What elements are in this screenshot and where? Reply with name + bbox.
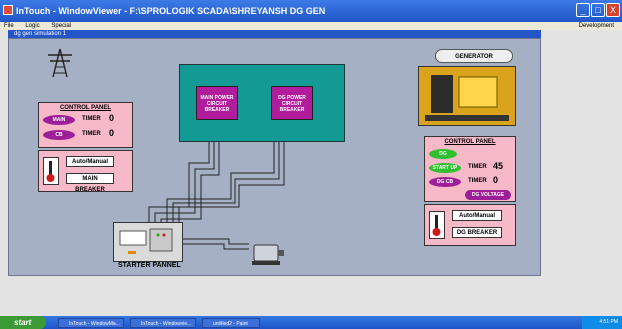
dg-lever-switch[interactable] [429, 211, 445, 239]
close-button[interactable]: X [606, 3, 620, 17]
dgcb-timer-value: 0 [493, 175, 499, 185]
startup-timer-label: TIMER [468, 164, 487, 170]
taskbar-item-windowviewer[interactable]: InTouch - Windowvie... [130, 318, 196, 328]
menu-file[interactable]: File [4, 23, 14, 29]
startup-timer-value: 45 [493, 161, 504, 171]
lever-icon [432, 215, 441, 236]
lever-switch[interactable] [43, 157, 59, 185]
dg-power-breaker-box[interactable]: DG POWER CIRCUIT BREAKER [271, 86, 313, 120]
system-tray-clock: 4:51 PM [582, 316, 622, 329]
lever-icon [46, 161, 55, 182]
window-title: InTouch - WindowViewer - F:\SPROLOGIK SC… [16, 6, 326, 16]
menu-development[interactable]: Development [579, 22, 614, 30]
right-switch-panel: Auto/Manual DG BREAKER [424, 204, 516, 246]
main-power-breaker-box[interactable]: MAIN POWER CIRCUIT BREAKER [196, 86, 238, 120]
maximize-button[interactable]: □ [591, 3, 605, 17]
generator-icon [418, 66, 516, 126]
child-window-title: dg gen simulation 1 [8, 30, 541, 38]
main-indicator[interactable]: MAIN [43, 115, 75, 125]
left-panel-title: CONTROL PANEL [59, 105, 112, 111]
cb-timer-value: 0 [109, 128, 115, 138]
main-timer-value: 0 [109, 113, 115, 123]
motor-icon [252, 244, 284, 265]
taskbar-item-paint[interactable]: untitled2 - Paint [202, 318, 260, 328]
cb-indicator[interactable]: CB [43, 130, 75, 140]
starter-panel-graphic[interactable] [113, 222, 183, 262]
auto-manual-button[interactable]: Auto/Manual [66, 156, 114, 167]
start-button[interactable]: start [0, 316, 46, 329]
main-breaker-button[interactable]: MAIN BREAKER [66, 173, 114, 193]
left-switch-panel: Auto/Manual MAIN BREAKER [38, 150, 133, 193]
minimize-button[interactable]: _ [576, 3, 590, 17]
dg-breaker-button[interactable]: DG BREAKER [452, 227, 502, 238]
dg-voltage-indicator[interactable]: DG VOLTAGE [465, 190, 511, 200]
menu-bar: File Logic Special Development [0, 22, 622, 30]
right-panel-title: CONTROL PANEL [444, 139, 496, 145]
dgcb-timer-label: TIMER [468, 178, 487, 184]
app-icon [3, 5, 13, 15]
dg-auto-manual-button[interactable]: Auto/Manual [452, 210, 502, 221]
left-control-panel: CONTROL PANEL MAIN TIMER 0 CB TIMER 0 [38, 102, 133, 148]
main-timer-label: TIMER [82, 116, 101, 122]
generator-graphic [425, 75, 509, 121]
taskbar-item-windowmaker[interactable]: InTouch - WindowMa... [58, 318, 124, 328]
dg-indicator[interactable]: DG [429, 149, 457, 159]
menu-special[interactable]: Special [51, 23, 71, 29]
right-control-panel: CONTROL PANEL DG START UP TIMER 45 DG CB… [424, 136, 516, 202]
menu-logic[interactable]: Logic [25, 23, 39, 29]
dgcb-indicator[interactable]: DG CB [429, 177, 461, 187]
starter-panel-icon [119, 228, 173, 254]
window-titlebar: InTouch - WindowViewer - F:\SPROLOGIK SC… [0, 0, 622, 22]
generator-label: GENERATOR [435, 49, 513, 63]
startup-indicator[interactable]: START UP [429, 163, 461, 173]
starter-panel-label: STARTER PANNEL [118, 262, 181, 269]
cb-timer-label: TIMER [82, 131, 101, 137]
